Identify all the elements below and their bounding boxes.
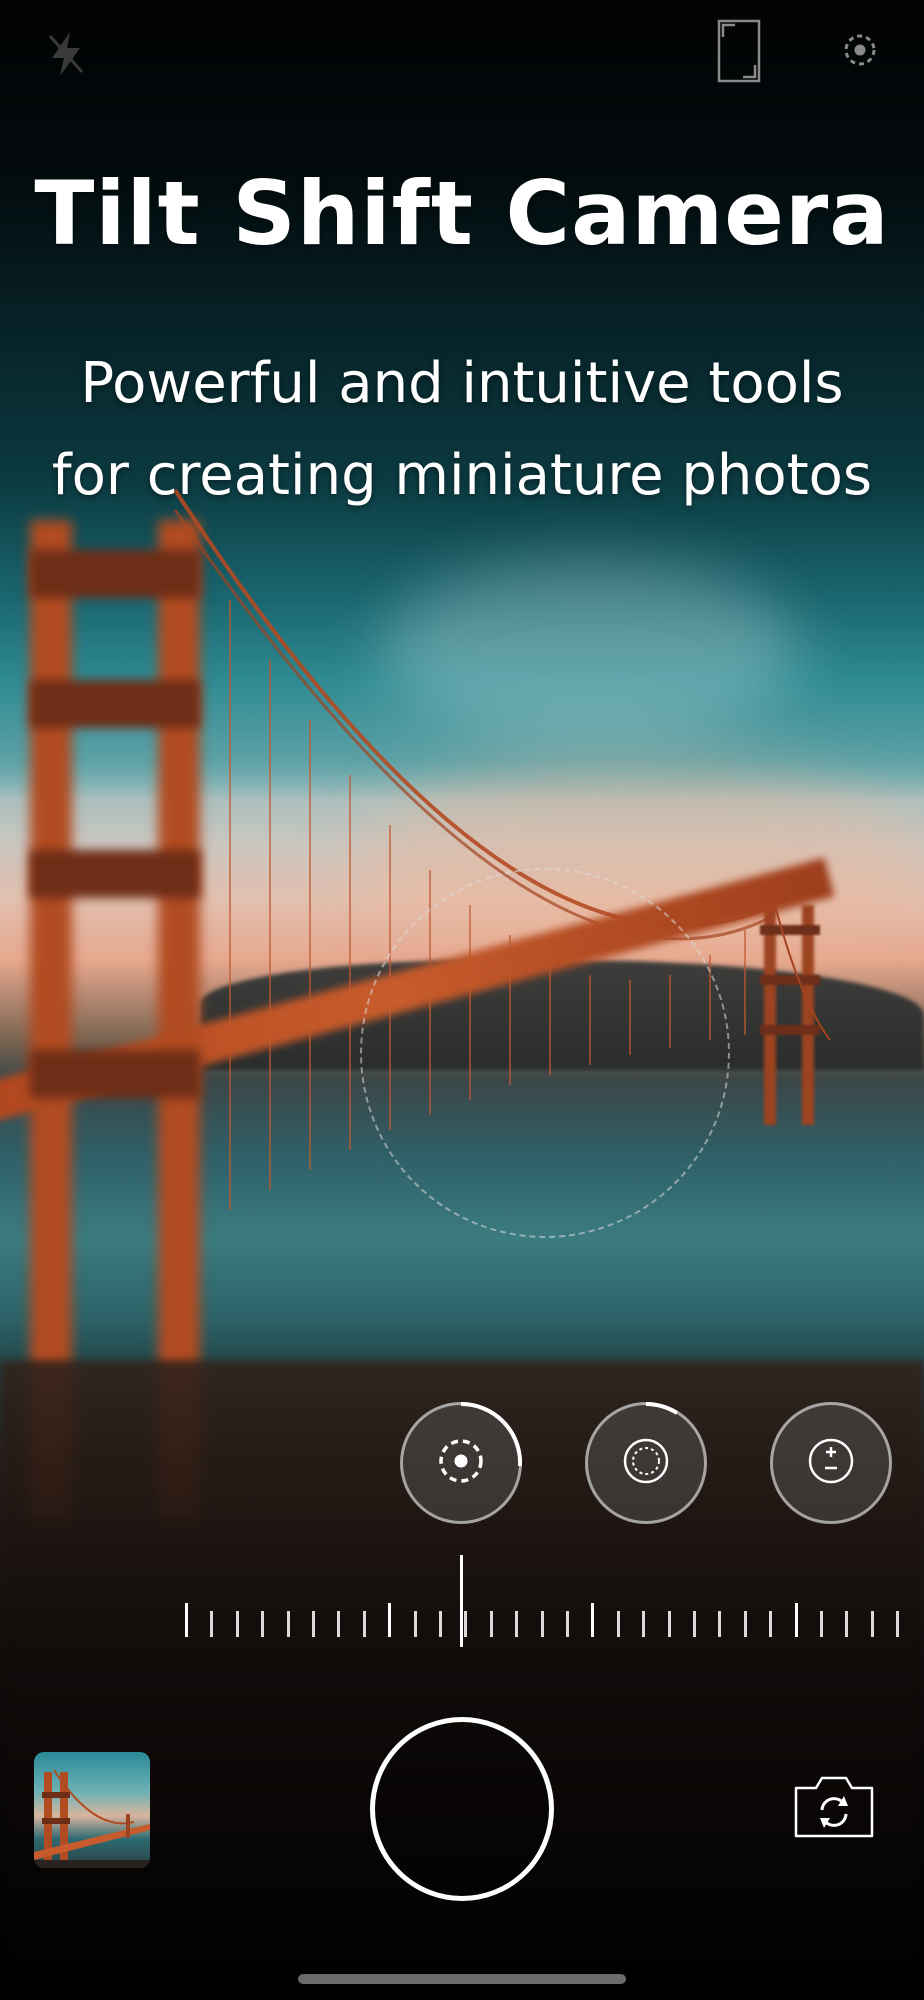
slider-tick xyxy=(668,1611,671,1637)
subtitle-line-1: Powerful and intuitive tools xyxy=(80,351,844,416)
slider-tick xyxy=(490,1611,493,1637)
blur-control[interactable] xyxy=(585,1402,707,1524)
top-toolbar xyxy=(0,0,924,110)
slider-tick xyxy=(718,1611,721,1637)
slider-tick xyxy=(617,1611,620,1637)
slider-tick xyxy=(820,1611,823,1637)
slider-tick xyxy=(261,1611,264,1637)
exposure-control[interactable] xyxy=(770,1402,892,1524)
shutter-button[interactable] xyxy=(370,1717,554,1901)
slider-tick xyxy=(795,1603,798,1637)
slider-tick xyxy=(439,1611,442,1637)
slider-tick xyxy=(845,1611,848,1637)
slider-tick xyxy=(744,1611,747,1637)
slider-tick xyxy=(337,1611,340,1637)
slider-tick xyxy=(236,1611,239,1637)
slider-tick xyxy=(210,1611,213,1637)
slider-tick xyxy=(388,1603,391,1637)
slider-tick xyxy=(287,1611,290,1637)
slider-tick xyxy=(185,1603,188,1637)
subtitle-line-2: for creating miniature photos xyxy=(51,443,873,508)
page-subtitle: Powerful and intuitive tools for creatin… xyxy=(0,338,924,522)
focus-area-circle[interactable] xyxy=(360,868,730,1238)
settings-dots-icon[interactable] xyxy=(840,30,880,70)
home-indicator[interactable] xyxy=(298,1974,626,1984)
slider-tick xyxy=(693,1611,696,1637)
slider-tick xyxy=(642,1611,645,1637)
slider-tick xyxy=(515,1611,518,1637)
slider-tick xyxy=(871,1611,874,1637)
slider-tick xyxy=(896,1611,899,1637)
slider-tick xyxy=(312,1611,315,1637)
page-title: Tilt Shift Camera xyxy=(34,162,890,265)
slider-tick xyxy=(464,1611,467,1637)
aspect-ratio-icon[interactable] xyxy=(716,18,762,84)
slider-tick xyxy=(541,1611,544,1637)
slider-indicator[interactable] xyxy=(460,1555,463,1647)
slider-tick xyxy=(414,1611,417,1637)
slider-tick xyxy=(769,1611,772,1637)
slider-tick xyxy=(566,1611,569,1637)
switch-camera-icon[interactable] xyxy=(792,1774,876,1840)
focus-radius-control[interactable] xyxy=(400,1402,522,1524)
camera-screen: Tilt Shift Camera Powerful and intuitive… xyxy=(0,0,924,2000)
slider-tick xyxy=(591,1603,594,1637)
gallery-thumbnail[interactable] xyxy=(34,1752,150,1868)
exposure-plus-minus-icon xyxy=(806,1436,856,1490)
flash-off-icon[interactable] xyxy=(40,28,92,80)
slider-tick xyxy=(363,1611,366,1637)
